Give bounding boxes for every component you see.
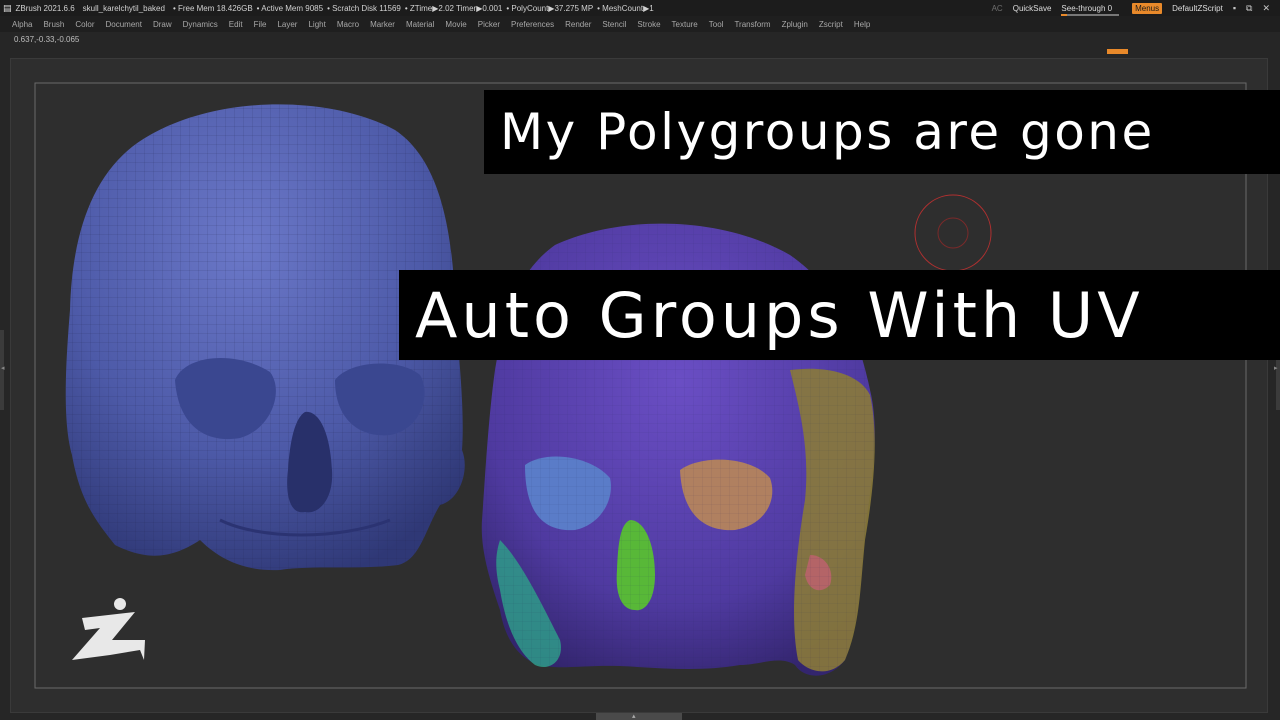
- overlay-title-line1: My Polygroups are gone: [484, 90, 1280, 174]
- zbrush-logo-icon: [72, 598, 145, 660]
- bottom-tray-handle[interactable]: [596, 713, 682, 720]
- circle-cursor-icon: [914, 194, 992, 272]
- bottom-tray-arrow-icon[interactable]: ▴: [632, 712, 636, 720]
- overlay-title-line2: Auto Groups With UV: [399, 270, 1280, 360]
